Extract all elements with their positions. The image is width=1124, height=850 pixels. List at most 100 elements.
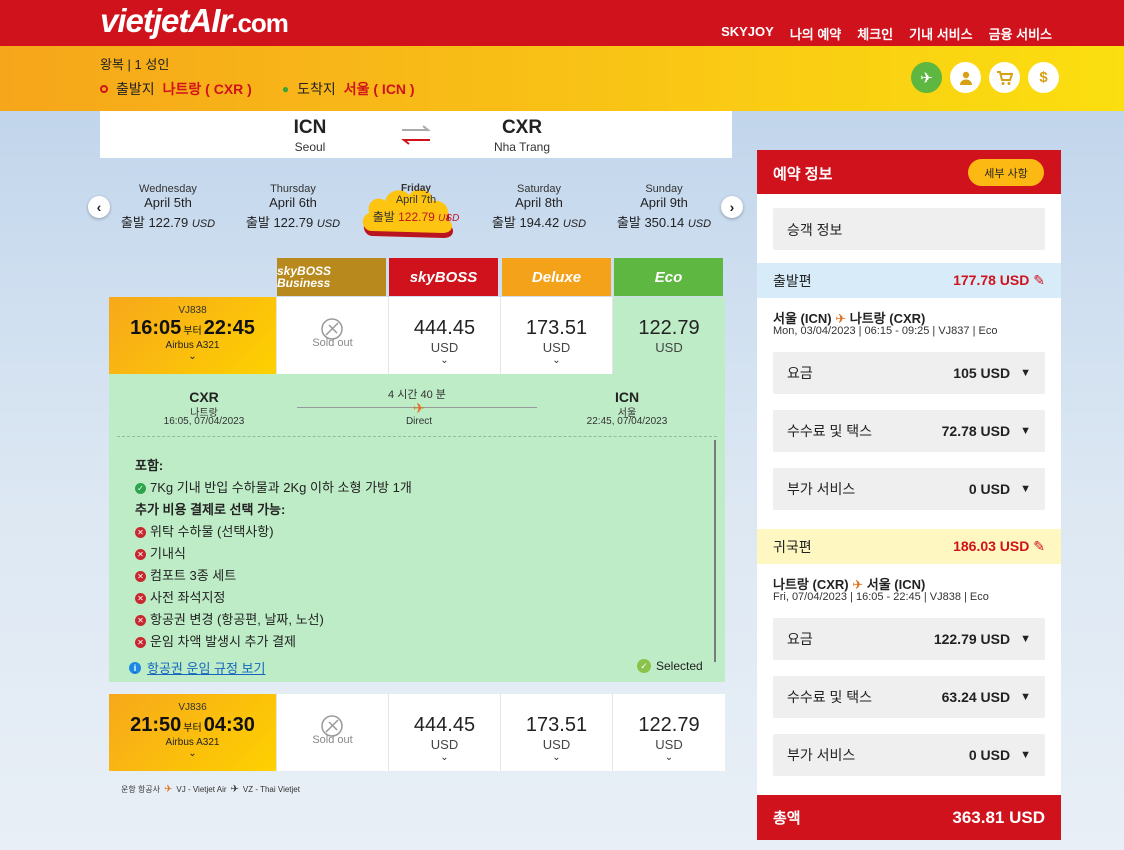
route-to-code: CXR (501, 117, 543, 138)
flight-row: VJ836 21:50 부터 04:30 Airbus A321 ⌄ Sold ou… (109, 694, 725, 771)
flight-detail-panel: CXR 나트랑 16:05, 07/04/2023 4 시간 40 분 ✈ Di… (109, 374, 725, 682)
check-icon: ✓ (135, 483, 146, 495)
inbound-tax-row[interactable]: 수수료 및 택스 63.24 USD ▼ (773, 676, 1045, 718)
fare-cell-skyboss[interactable]: 444.45 USD ⌄ (388, 694, 500, 771)
date-option[interactable]: Saturday April 8th 출발 194.42 USD (479, 183, 599, 231)
sold-out-icon (321, 715, 343, 737)
route-from-code: ICN (293, 117, 327, 138)
origin-marker-icon (100, 85, 108, 93)
booking-summary-panel: 예약 정보 세부 사항 승객 정보 출발편 177.78 USD ✎ 서울 (I… (757, 150, 1061, 840)
inbound-amount[interactable]: 186.03 USD ✎ (953, 538, 1045, 555)
plane-icon: ✈ (852, 577, 864, 592)
route-box: ICN Seoul CXR Nha Trang (100, 111, 732, 158)
dollar-icon[interactable]: $ (1028, 62, 1059, 93)
fare-cell-soldout: Sold out (276, 694, 388, 771)
origin-label: 출발지 (116, 81, 155, 97)
caret-down-icon: ▼ (1020, 633, 1031, 645)
inbound-fare-row[interactable]: 요금 122.79 USD ▼ (773, 618, 1045, 660)
flight-stops: Direct (405, 416, 433, 427)
x-circle-icon: ✕ (135, 527, 146, 539)
route-from-city: Seoul (294, 140, 326, 154)
plane-icon: ✈ (835, 311, 847, 326)
x-circle-icon: ✕ (135, 637, 146, 649)
flight-row: VJ838 16:05 부터 22:45 Airbus A321 ⌄ Sold ou… (109, 297, 725, 374)
vietjet-logo[interactable]: vietjetAIr.com (100, 2, 289, 40)
swap-icon[interactable] (400, 123, 432, 147)
menu-my-booking[interactable]: 나의 예약 (790, 24, 841, 43)
fare-cell-soldout: Sold out (276, 297, 388, 374)
menu-skyjoy[interactable]: SKYJOY (721, 24, 774, 43)
caret-down-icon: ▼ (1020, 691, 1031, 703)
details-button[interactable]: 세부 사항 (968, 159, 1044, 186)
search-summary-bar: 왕복 | 1 성인 출발지 나트랑 ( CXR ) ● 도착지 서울 ( ICN… (0, 46, 1124, 111)
outbound-addon-row[interactable]: 부가 서비스 0 USD ▼ (773, 468, 1045, 510)
plane-icon: ✈ (413, 400, 425, 416)
prev-date-arrow-icon[interactable]: ‹ (88, 196, 110, 218)
total-label: 총액 (773, 810, 801, 827)
total-amount-bar: 총액 363.81 USD (757, 795, 1061, 840)
top-navbar: vietjetAIr.com SKYJOY 나의 예약 체크인 기내 서비스 금… (0, 0, 1124, 46)
vietjet-plane-icon: ✈ (164, 784, 173, 795)
selected-indicator: ✓ Selected (637, 659, 703, 673)
fare-cell-skyboss[interactable]: 444.45 USD ⌄ (388, 297, 500, 374)
fare-cell-eco-selected[interactable]: 122.79 USD (612, 297, 725, 374)
detail-from-time: 16:05, 07/04/2023 (163, 416, 245, 427)
search-route: 출발지 나트랑 ( CXR ) ● 도착지 서울 ( ICN ) (100, 79, 415, 99)
menu-finance-service[interactable]: 금융 서비스 (989, 24, 1052, 43)
edit-icon: ✎ (1033, 272, 1045, 288)
outbound-tax-row[interactable]: 수수료 및 택스 72.78 USD ▼ (773, 410, 1045, 452)
menu-checkin[interactable]: 체크인 (857, 24, 893, 43)
cart-icon[interactable] (989, 62, 1020, 93)
x-circle-icon: ✕ (135, 549, 146, 561)
flight-time-block[interactable]: VJ838 16:05 부터 22:45 Airbus A321 ⌄ (109, 297, 276, 374)
fare-header-eco: Eco (614, 258, 723, 296)
booking-summary-title: 예약 정보 (773, 166, 833, 183)
menu-inflight-service[interactable]: 기내 서비스 (909, 24, 972, 43)
fare-cell-eco[interactable]: 122.79 USD ⌄ (612, 694, 725, 771)
inbound-addon-row[interactable]: 부가 서비스 0 USD ▼ (773, 734, 1045, 776)
outbound-section-header: 출발편 177.78 USD ✎ (757, 263, 1061, 298)
destination-label: 도착지 (297, 81, 336, 97)
plane-icon[interactable]: ✈ (911, 62, 942, 93)
origin-value: 나트랑 ( CXR ) (162, 81, 252, 97)
route-to-city: Nha Trang (493, 140, 551, 154)
fare-cell-deluxe[interactable]: 173.51 USD ⌄ (500, 297, 612, 374)
thai-vietjet-plane-icon: ✈ (230, 784, 239, 795)
fare-rules-link[interactable]: i 항공권 운임 규정 보기 (129, 658, 265, 677)
check-circle-icon: ✓ (637, 659, 651, 673)
caret-down-icon: ▼ (1020, 425, 1031, 437)
inbound-section-header: 귀국편 186.03 USD ✎ (757, 529, 1061, 564)
next-date-arrow-icon[interactable]: › (721, 196, 743, 218)
caret-down-icon: ▼ (1020, 367, 1031, 379)
fare-header-skyboss-business: skyBOSS Business (277, 258, 386, 296)
flight-time-block[interactable]: VJ836 21:50 부터 04:30 Airbus A321 ⌄ (109, 694, 276, 771)
destination-value: 서울 ( ICN ) (343, 81, 415, 97)
detail-to-time: 22:45, 07/04/2023 (586, 416, 668, 427)
detail-scrollbar[interactable] (714, 440, 716, 662)
date-option-selected[interactable]: Friday April 7th 출발 122.79 USD (356, 183, 476, 225)
inbound-info: Fri, 07/04/2023 | 16:05 - 22:45 | VJ838 … (773, 591, 989, 603)
edit-icon: ✎ (1033, 538, 1045, 554)
user-icon[interactable] (950, 62, 981, 93)
date-option[interactable]: Sunday April 9th 출발 350.14 USD (604, 183, 724, 231)
main-menu: SKYJOY 나의 예약 체크인 기내 서비스 금융 서비스 (721, 24, 1052, 43)
trip-type: 왕복 | 1 성인 (100, 57, 170, 72)
passenger-info-button[interactable]: 승객 정보 (773, 208, 1045, 250)
fare-cell-deluxe[interactable]: 173.51 USD ⌄ (500, 694, 612, 771)
outbound-info: Mon, 03/04/2023 | 06:15 - 09:25 | VJ837 … (773, 325, 998, 337)
sold-out-icon (321, 318, 343, 340)
fare-header-deluxe: Deluxe (502, 258, 611, 296)
x-circle-icon: ✕ (135, 615, 146, 627)
x-circle-icon: ✕ (135, 593, 146, 605)
fare-header-skyboss: skyBOSS (389, 258, 498, 296)
info-icon: i (129, 661, 141, 674)
booking-summary-header: 예약 정보 세부 사항 (757, 150, 1061, 194)
outbound-fare-row[interactable]: 요금 105 USD ▼ (773, 352, 1045, 394)
caret-down-icon: ▼ (1020, 483, 1031, 495)
outbound-amount[interactable]: 177.78 USD ✎ (953, 272, 1045, 289)
total-value: 363.81 USD (952, 807, 1045, 827)
detail-from-code: CXR (189, 389, 219, 405)
date-option[interactable]: Thursday April 6th 출발 122.79 USD (233, 183, 353, 231)
date-option[interactable]: Wednesday April 5th 출발 122.79 USD (108, 183, 228, 231)
caret-down-icon: ▼ (1020, 749, 1031, 761)
